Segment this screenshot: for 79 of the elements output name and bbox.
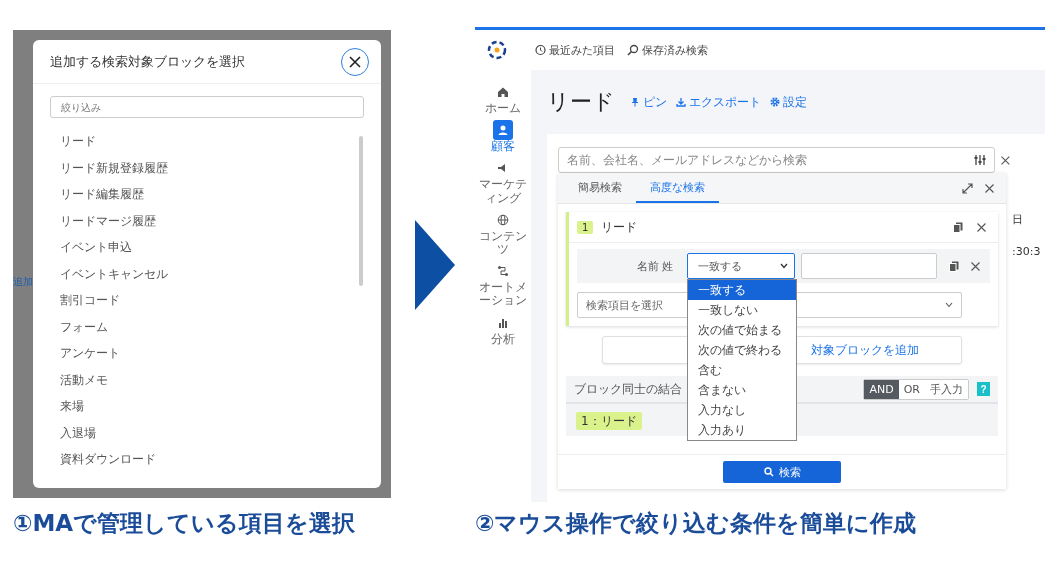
saved-search-link[interactable]: 保存済み検索: [627, 42, 708, 58]
filter-icon[interactable]: [974, 154, 987, 166]
sidebar-item[interactable]: 顧客: [475, 120, 531, 154]
list-item[interactable]: 来場: [60, 393, 359, 420]
recent-items-link[interactable]: 最近みた項目: [534, 42, 615, 58]
pin-icon: [630, 97, 640, 107]
list-item[interactable]: リード: [60, 128, 359, 155]
page-title: リード: [547, 88, 615, 116]
close-button[interactable]: [341, 47, 369, 76]
home-icon: [497, 86, 509, 98]
list-item[interactable]: 入退場: [60, 419, 359, 446]
close-icon[interactable]: [971, 261, 980, 271]
expand-icon[interactable]: [962, 182, 973, 194]
link-text: 追加: [13, 276, 33, 287]
modal-title: 追加する検索対象ブロックを選択: [50, 52, 245, 71]
list-item[interactable]: リードマージ履歴: [60, 207, 359, 234]
value-field[interactable]: [801, 253, 937, 279]
dropdown-option[interactable]: 一致しない: [688, 300, 796, 320]
dropdown-option[interactable]: 入力あり: [688, 420, 796, 440]
sidebar-item[interactable]: コンテンツ: [475, 209, 531, 257]
chevron-down-icon: [945, 302, 953, 308]
list-item[interactable]: リード編集履歴: [60, 181, 359, 208]
list-item[interactable]: イベント申込: [60, 234, 359, 261]
table-cell: :30:3: [1012, 245, 1041, 258]
close-icon[interactable]: [1001, 155, 1010, 165]
filter-field[interactable]: 絞り込み: [50, 96, 364, 118]
sidebar-item[interactable]: オートメーション: [475, 261, 531, 308]
tab[interactable]: 高度な検索: [636, 173, 719, 203]
dropdown-option[interactable]: 次の値で終わる: [688, 340, 796, 360]
close-icon: [349, 55, 361, 68]
clock-icon: [534, 44, 546, 56]
caption: ①MAで管理している項目を選択: [13, 509, 357, 538]
dropdown-option[interactable]: 次の値で始まる: [688, 320, 796, 340]
search-icon: [763, 467, 774, 477]
dropdown-option[interactable]: 一致する: [688, 280, 796, 300]
table-cell-text: 日: [1012, 212, 1024, 227]
list-item[interactable]: 割引コード: [60, 287, 359, 314]
block-tag: 1：リード: [576, 412, 642, 430]
gear-icon: [770, 97, 780, 107]
mode-button[interactable]: AND: [864, 379, 899, 399]
copy-icon[interactable]: [949, 260, 959, 272]
list-item[interactable]: 活動メモ: [60, 366, 359, 393]
globe-icon: [497, 213, 509, 226]
sidebar-item[interactable]: ホーム: [475, 82, 531, 116]
mode-button[interactable]: OR: [898, 379, 925, 399]
logo-icon: [486, 39, 508, 61]
field-label: 名前 姓: [635, 258, 673, 274]
sidebar-item[interactable]: マーケティング: [475, 158, 531, 205]
tab[interactable]: 簡易検索: [564, 173, 636, 203]
operator-select[interactable]: 一致する: [687, 253, 795, 279]
list-item[interactable]: イベントキャンセル: [60, 260, 359, 287]
dropdown-option[interactable]: 含まない: [688, 380, 796, 400]
flow-icon: [497, 265, 509, 278]
action-link[interactable]: ピン: [630, 93, 667, 111]
person-icon: [497, 124, 509, 137]
combine-label: ブロック同士の結合: [574, 380, 682, 398]
copy-icon[interactable]: [953, 221, 963, 233]
download-icon: [676, 97, 686, 107]
chevron-down-icon: [780, 263, 788, 269]
list-item[interactable]: 資料ダウンロード: [60, 446, 359, 473]
block-title: リード: [601, 218, 638, 236]
arrow-icon: [415, 220, 455, 310]
search-button[interactable]: 検索: [723, 461, 841, 483]
sidebar-item[interactable]: 分析: [475, 312, 531, 346]
caption: ②マウス操作で絞り込む条件を簡単に作成: [475, 509, 918, 538]
bar-chart-icon: [497, 316, 509, 329]
dropdown-option[interactable]: 含む: [688, 360, 796, 380]
mode-button[interactable]: 手入力: [925, 379, 968, 399]
action-link[interactable]: エクスポート: [676, 93, 761, 111]
list-item[interactable]: リード新規登録履歴: [60, 154, 359, 181]
search-icon: [627, 44, 639, 56]
list-item[interactable]: アンケート: [60, 340, 359, 367]
close-icon[interactable]: [985, 183, 994, 193]
dropdown-option[interactable]: 入力なし: [688, 400, 796, 420]
list-item[interactable]: フォーム: [60, 313, 359, 340]
block-number: 1: [577, 220, 594, 234]
search-field[interactable]: 名前、会社名、メールアドレスなどから検索: [558, 147, 996, 173]
action-link[interactable]: 設定: [770, 93, 807, 111]
close-icon[interactable]: [977, 222, 986, 232]
